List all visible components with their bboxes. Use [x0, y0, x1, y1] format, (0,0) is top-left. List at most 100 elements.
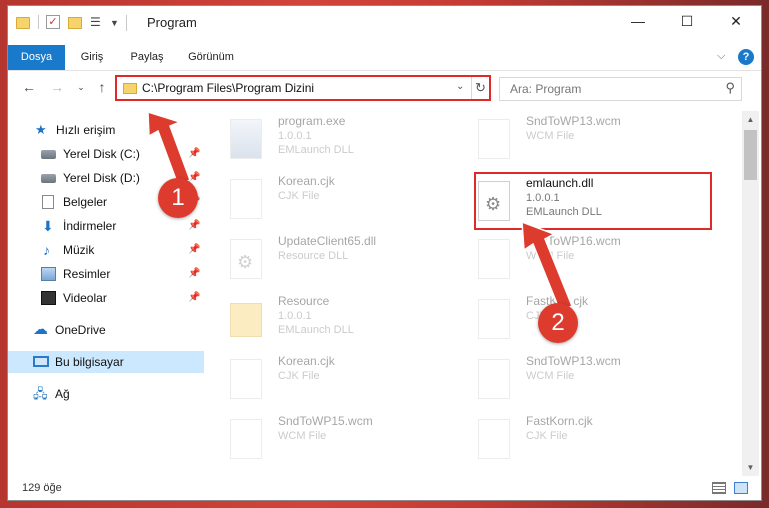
file-icon	[478, 119, 510, 159]
sidebar-item-quick-access[interactable]: ★ Hızlı erişim	[8, 119, 204, 141]
address-bar[interactable]: C:\Program Files\Program Dizini ⌄ ↻	[115, 75, 491, 101]
maximize-button[interactable]: ☐	[664, 6, 710, 36]
network-icon: 🖧	[33, 386, 48, 401]
list-item[interactable]: SndToWP15.wcm WCM File	[216, 411, 456, 467]
pin-icon[interactable]: 📌	[188, 239, 200, 261]
drive-icon	[41, 174, 56, 183]
file-name: FastKorn.cjk	[526, 414, 593, 428]
scroll-thumb[interactable]	[744, 130, 757, 180]
window-title: Program	[147, 15, 197, 30]
file-icon	[230, 419, 262, 459]
large-icons-view-icon[interactable]	[734, 482, 748, 494]
expand-ribbon-icon[interactable]: ⌵	[717, 50, 725, 63]
step-2-badge: 2	[538, 303, 578, 343]
pin-icon[interactable]: 📌	[188, 263, 200, 285]
step-1-badge: 1	[158, 178, 198, 218]
properties-icon[interactable]: ☰	[90, 15, 106, 29]
navigation-bar: ← → ⌄ ↑ C:\Program Files\Program Dizini …	[8, 72, 761, 104]
up-icon[interactable]: ↑	[93, 78, 111, 96]
pin-icon[interactable]: 📌	[188, 287, 200, 309]
tab-file[interactable]: Dosya	[8, 45, 65, 70]
list-item[interactable]: Korean.cjk CJK File	[216, 351, 456, 407]
sidebar-item-network[interactable]: 🖧 Ağ	[8, 383, 204, 405]
file-name: SndToWP16.wcm	[526, 234, 621, 248]
file-icon	[478, 299, 510, 339]
file-icon	[478, 419, 510, 459]
list-item[interactable]: Korean.cjk CJK File	[216, 171, 456, 227]
help-icon[interactable]: ?	[738, 49, 754, 65]
file-type: CJK File	[526, 430, 568, 442]
recent-locations-icon[interactable]: ⌄	[72, 78, 90, 96]
list-item[interactable]: UpdateClient65.dll Resource DLL	[216, 231, 456, 287]
list-item[interactable]: SndToWP13.wcm WCM File	[464, 351, 704, 407]
file-name: Korean.cjk	[278, 354, 335, 368]
sidebar-item-label: İndirmeler	[63, 219, 117, 233]
refresh-icon[interactable]: ↻	[471, 77, 489, 99]
file-icon	[230, 179, 262, 219]
vertical-scrollbar[interactable]: ▲ ▼	[742, 111, 759, 476]
customize-quick-access-icon[interactable]: ▼	[110, 15, 119, 31]
pictures-icon	[41, 267, 56, 281]
back-icon[interactable]: ←	[20, 78, 38, 96]
cloud-icon: ☁	[33, 321, 48, 338]
sidebar-item-onedrive[interactable]: ☁ OneDrive	[8, 319, 204, 341]
sidebar-item-music[interactable]: ♪ Müzik 📌	[8, 239, 204, 261]
sidebar-item-downloads[interactable]: ⬇ İndirmeler 📌	[8, 215, 204, 237]
address-path[interactable]: C:\Program Files\Program Dizini	[142, 81, 314, 95]
close-button[interactable]: ✕	[713, 6, 759, 36]
properties-checkbox-icon[interactable]: ✓	[46, 15, 60, 29]
scroll-up-icon[interactable]: ▲	[742, 111, 759, 128]
list-item[interactable]: SndToWP16.wcm WCM File	[464, 231, 704, 287]
sidebar-item-disk-c[interactable]: Yerel Disk (C:) 📌	[8, 143, 204, 165]
search-box[interactable]: Ara: Program ⚲	[499, 77, 742, 101]
details-view-icon[interactable]	[712, 482, 726, 494]
sidebar-item-label: Hızlı erişim	[56, 123, 116, 137]
list-item[interactable]: FastKorn.cjk CJK File	[464, 411, 704, 467]
pin-icon[interactable]: 📌	[188, 143, 200, 165]
tab-share[interactable]: Paylaş	[124, 45, 170, 70]
music-icon: ♪	[43, 242, 50, 258]
pin-icon[interactable]: 📌	[188, 215, 200, 237]
file-name: SndToWP13.wcm	[526, 354, 621, 368]
folder-icon	[123, 83, 137, 94]
list-item[interactable]: Resource 1.0.0.1 EMLaunch DLL	[216, 291, 456, 347]
ribbon: Dosya Giriş Paylaş Görünüm ⌵ ?	[8, 45, 761, 71]
sidebar-item-this-pc[interactable]: Bu bilgisayar	[8, 351, 204, 373]
tab-view[interactable]: Görünüm	[182, 45, 240, 70]
list-item[interactable]: program.exe 1.0.0.1 EMLaunch DLL	[216, 111, 456, 167]
separator	[126, 15, 127, 31]
sidebar-item-label: Müzik	[63, 243, 95, 257]
scroll-down-icon[interactable]: ▼	[742, 459, 759, 476]
application-icon	[230, 119, 262, 159]
file-list: program.exe 1.0.0.1 EMLaunch DLL Korean.…	[216, 111, 742, 469]
search-placeholder[interactable]: Ara: Program	[510, 82, 581, 96]
file-type: WCM File	[526, 130, 575, 142]
tab-home[interactable]: Giriş	[72, 45, 112, 70]
star-icon: ★	[35, 122, 47, 137]
address-dropdown-icon[interactable]: ⌄	[456, 81, 464, 92]
file-icon	[230, 359, 262, 399]
highlight-box	[474, 172, 712, 230]
file-icon	[478, 239, 510, 279]
status-bar: 129 öğe	[8, 477, 761, 500]
folder-icon	[16, 17, 30, 29]
list-item[interactable]: SndToWP13.wcm WCM File	[464, 111, 704, 167]
download-icon: ⬇	[42, 218, 54, 234]
forward-icon[interactable]: →	[48, 78, 66, 96]
video-icon	[41, 291, 56, 305]
sidebar-item-label: Ağ	[55, 387, 70, 401]
search-icon[interactable]: ⚲	[725, 80, 735, 96]
sidebar-item-pictures[interactable]: Resimler 📌	[8, 263, 204, 285]
file-version: 1.0.0.1	[278, 310, 312, 322]
file-version: 1.0.0.1	[278, 130, 312, 142]
file-type: Resource DLL	[278, 250, 349, 262]
title-bar: ✓ ☰ ▼ Program — ☐ ✕	[8, 6, 761, 40]
sidebar-item-videos[interactable]: Videolar 📌	[8, 287, 204, 309]
file-name: program.exe	[278, 114, 346, 128]
minimize-button[interactable]: —	[615, 6, 661, 36]
sidebar-item-label: Yerel Disk (D:)	[63, 171, 140, 185]
new-folder-icon[interactable]	[68, 17, 82, 29]
list-item[interactable]: FastKml.cjk CJK File	[464, 291, 704, 347]
sidebar-item-label: Resimler	[63, 267, 111, 281]
file-type: WCM File	[526, 250, 575, 262]
